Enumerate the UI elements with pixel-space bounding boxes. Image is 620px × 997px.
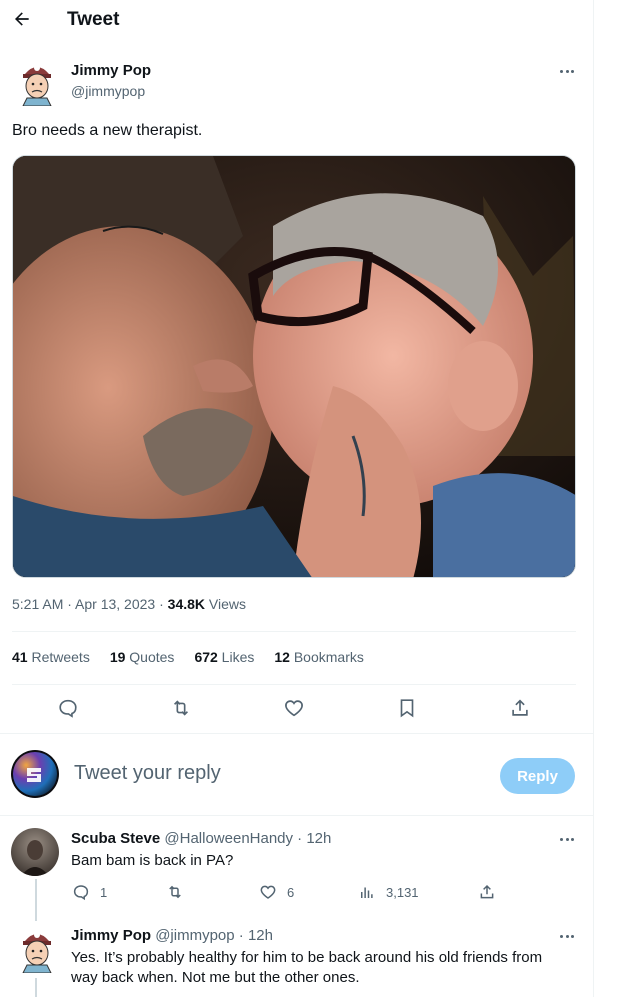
quotes-label: Quotes bbox=[125, 649, 175, 665]
bookmarks-stat[interactable]: 12 Bookmarks bbox=[274, 649, 364, 665]
page-title: Tweet bbox=[67, 9, 120, 30]
retweets-label: Retweets bbox=[27, 649, 90, 665]
avatar[interactable] bbox=[17, 925, 57, 974]
share-action[interactable] bbox=[478, 882, 506, 902]
author-name[interactable]: Jimmy Pop bbox=[71, 62, 151, 79]
retweet-icon bbox=[169, 885, 181, 899]
reply-icon[interactable] bbox=[56, 696, 80, 720]
avatar[interactable] bbox=[17, 58, 57, 107]
author-handle[interactable]: @jimmypop bbox=[71, 83, 145, 99]
tweet-text: Bro needs a new therapist. bbox=[12, 122, 203, 139]
like-icon bbox=[260, 885, 276, 899]
quotes-stat[interactable]: 19 Quotes bbox=[110, 649, 175, 665]
tweet-column: Tweet Jimmy Pop @jimmypop Bro needs a ne… bbox=[0, 0, 594, 997]
bookmarks-label: Bookmarks bbox=[289, 649, 364, 665]
views-icon bbox=[361, 887, 373, 898]
reply-author-handle[interactable]: @HalloweenHandy · 12h bbox=[160, 830, 331, 847]
bookmarks-count: 12 bbox=[274, 649, 290, 665]
divider bbox=[12, 631, 576, 632]
more-icon[interactable] bbox=[556, 832, 578, 846]
divider bbox=[12, 684, 576, 685]
avatar[interactable] bbox=[11, 750, 59, 798]
thread-line bbox=[35, 978, 37, 997]
retweets-stat[interactable]: 41 Retweets bbox=[12, 649, 90, 665]
reply-text: Bam bam is back in PA? bbox=[71, 852, 234, 869]
views-label: Views bbox=[205, 596, 246, 612]
reply-input[interactable]: Tweet your reply bbox=[74, 762, 221, 785]
reply-author-handle[interactable]: @jimmypop · 12h bbox=[151, 927, 273, 944]
like-action[interactable]: 6 bbox=[259, 882, 294, 902]
view-count: 3,131 bbox=[386, 884, 419, 900]
views-action[interactable]: 3,131 bbox=[358, 882, 419, 902]
divider bbox=[0, 733, 594, 734]
reply-header: Jimmy Pop @jimmypop · 12h bbox=[71, 927, 273, 944]
top-bar: Tweet bbox=[0, 0, 594, 40]
reply-author-name[interactable]: Jimmy Pop bbox=[71, 927, 151, 944]
reply-button[interactable]: Reply bbox=[500, 758, 575, 794]
quotes-count: 19 bbox=[109, 649, 126, 665]
retweet-icon[interactable] bbox=[169, 696, 193, 720]
retweet-action[interactable] bbox=[166, 882, 194, 902]
tweet-photo[interactable] bbox=[12, 155, 576, 578]
like-count: 6 bbox=[287, 884, 295, 900]
reply-author-name[interactable]: Scuba Steve bbox=[71, 830, 160, 847]
share-icon bbox=[480, 884, 494, 899]
more-icon[interactable] bbox=[556, 64, 578, 78]
tweet-time[interactable]: 5:21 AM · Apr 13, 2023 · bbox=[12, 596, 168, 612]
tweet-stats: 41 Retweets 19 Quotes 672 Likes 12 Bookm… bbox=[12, 649, 384, 665]
reply-text: Yes. It’s probably healthy for him to be… bbox=[71, 949, 543, 986]
likes-label: Likes bbox=[217, 649, 255, 665]
back-arrow-icon[interactable] bbox=[8, 4, 36, 34]
reply-icon bbox=[73, 885, 89, 901]
avatar[interactable] bbox=[11, 828, 59, 876]
reply-count: 1 bbox=[100, 884, 108, 900]
views-count: 34.8K bbox=[167, 596, 206, 612]
likes-stat[interactable]: 672 Likes bbox=[194, 649, 254, 665]
reply-action[interactable]: 1 bbox=[72, 882, 107, 902]
tweet-timestamp[interactable]: 5:21 AM · Apr 13, 2023 · 34.8K Views bbox=[12, 596, 246, 612]
like-icon[interactable] bbox=[282, 696, 306, 720]
divider bbox=[0, 815, 594, 816]
retweets-count: 41 bbox=[12, 649, 28, 665]
share-icon[interactable] bbox=[508, 696, 532, 720]
more-icon[interactable] bbox=[556, 929, 578, 943]
thread-line bbox=[35, 879, 37, 921]
reply-header: Scuba Steve @HalloweenHandy · 12h bbox=[71, 830, 331, 847]
bookmark-icon[interactable] bbox=[395, 696, 419, 720]
likes-count: 672 bbox=[194, 649, 218, 665]
